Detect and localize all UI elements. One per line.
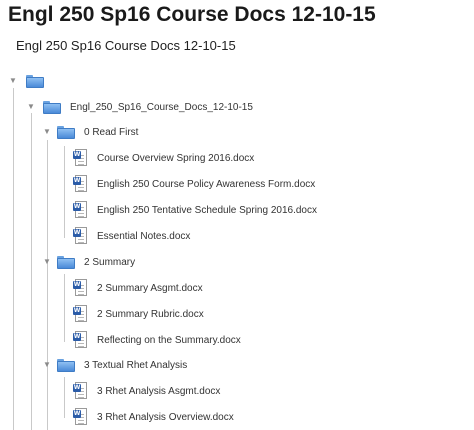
folder-icon	[26, 74, 44, 88]
tree-guide-line	[31, 113, 32, 430]
tree-guide-line	[64, 146, 65, 238]
word-doc-icon: W	[73, 382, 88, 400]
file-item[interactable]: W 2 Summary Asgmt.docx	[73, 276, 203, 300]
file-item[interactable]: W English 250 Tentative Schedule Spring …	[73, 198, 317, 222]
file-item[interactable]: W 2 Summary Rubric.docx	[73, 302, 204, 326]
file-name: Course Overview Spring 2016.docx	[97, 152, 255, 164]
word-doc-icon: W	[73, 201, 88, 219]
file-name: 2 Summary Asgmt.docx	[97, 282, 203, 294]
page-title: Engl 250 Sp16 Course Docs 12-10-15	[8, 3, 376, 26]
tree-node-root[interactable]: ▼	[8, 69, 53, 93]
file-item[interactable]: W 3 Rhet Analysis Asgmt.docx	[73, 379, 220, 403]
file-name: Essential Notes.docx	[97, 230, 191, 242]
word-doc-icon: W	[73, 175, 88, 193]
folder-icon	[57, 255, 75, 269]
file-item[interactable]: W English 250 Course Policy Awareness Fo…	[73, 172, 315, 196]
tree-node-label: 3 Textual Rhet Analysis	[84, 359, 188, 371]
expanded-arrow-icon[interactable]: ▼	[42, 360, 52, 370]
folder-icon	[43, 100, 61, 114]
expanded-arrow-icon[interactable]: ▼	[42, 257, 52, 267]
tree-node-folder-3-textual-rhet-analysis[interactable]: ▼ 3 Textual Rhet Analysis	[42, 353, 187, 377]
expanded-arrow-icon[interactable]: ▼	[42, 127, 52, 137]
file-name: 3 Rhet Analysis Overview.docx	[97, 411, 234, 423]
file-item[interactable]: W 3 Rhet Analysis Overview.docx	[73, 405, 234, 429]
page-subtitle: Engl 250 Sp16 Course Docs 12-10-15	[16, 38, 236, 53]
file-item[interactable]: W Essential Notes.docx	[73, 224, 190, 248]
folder-icon	[57, 358, 75, 372]
file-item[interactable]: W Reflecting on the Summary.docx	[73, 328, 241, 352]
file-item[interactable]: W Course Overview Spring 2016.docx	[73, 146, 254, 170]
word-doc-icon: W	[73, 408, 88, 426]
tree-guide-line	[64, 377, 65, 418]
tree-guide-line	[47, 140, 48, 430]
word-doc-icon: W	[73, 331, 88, 349]
word-doc-icon: W	[73, 305, 88, 323]
tree-node-folder-0-read-first[interactable]: ▼ 0 Read First	[42, 120, 138, 144]
file-name: English 250 Tentative Schedule Spring 20…	[97, 204, 317, 216]
word-doc-icon: W	[73, 279, 88, 297]
expanded-arrow-icon[interactable]: ▼	[26, 102, 36, 112]
tree-node-folder-2-summary[interactable]: ▼ 2 Summary	[42, 250, 135, 274]
tree-node-course-docs-folder[interactable]: ▼ Engl_250_Sp16_Course_Docs_12-10-15	[26, 95, 253, 119]
word-doc-icon: W	[73, 227, 88, 245]
file-name: 2 Summary Rubric.docx	[97, 308, 204, 320]
tree-guide-line	[64, 274, 65, 342]
tree-node-label: 2 Summary	[84, 256, 136, 268]
folder-icon	[57, 125, 75, 139]
word-doc-icon: W	[73, 149, 88, 167]
tree-node-label: 0 Read First	[84, 126, 139, 138]
tree-guide-line	[13, 88, 14, 430]
file-name: 3 Rhet Analysis Asgmt.docx	[97, 385, 221, 397]
file-name: Reflecting on the Summary.docx	[97, 334, 241, 346]
file-name: English 250 Course Policy Awareness Form…	[97, 178, 316, 190]
expanded-arrow-icon[interactable]: ▼	[8, 76, 18, 86]
tree-node-label: Engl_250_Sp16_Course_Docs_12-10-15	[70, 101, 253, 113]
